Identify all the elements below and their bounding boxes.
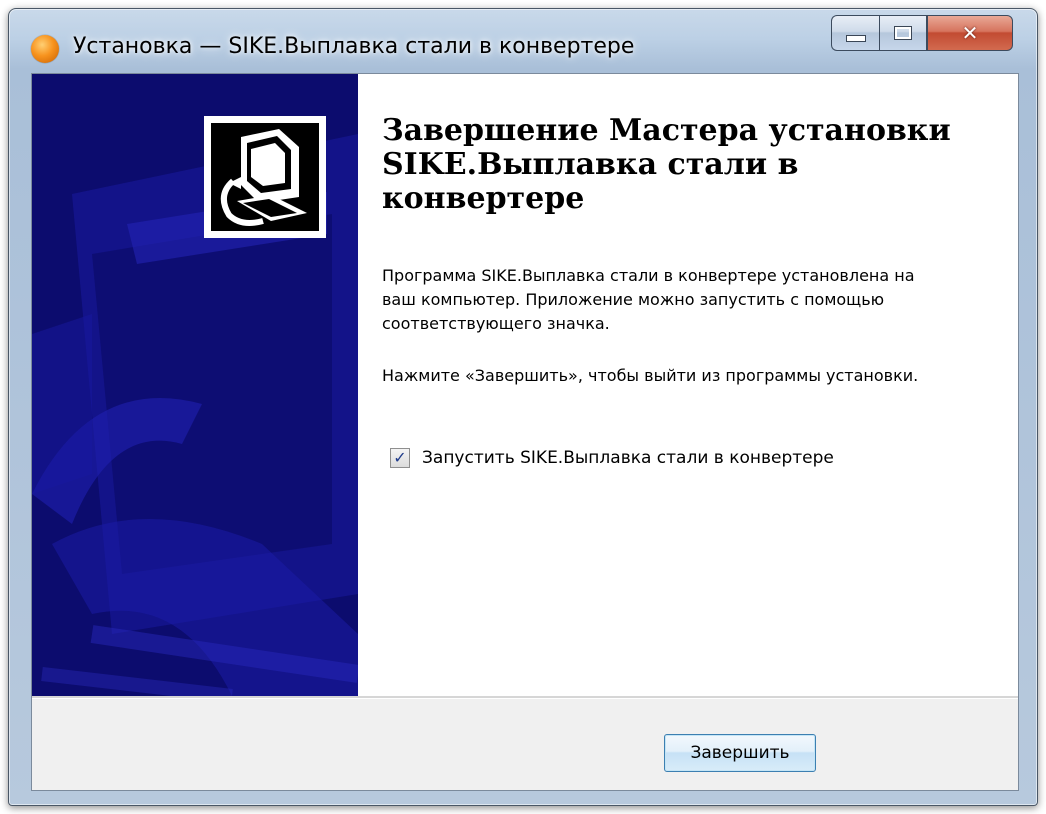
app-icon [31,35,59,63]
launch-option[interactable]: ✓ Запустить SIKE.Выплавка стали в конвер… [390,448,834,468]
footer-divider [32,696,1018,699]
minimize-button[interactable] [831,15,879,51]
checkmark-icon: ✓ [393,448,407,467]
window-title: Установка — SIKE.Выплавка стали в конвер… [73,34,635,59]
page-title: Завершение Мастера установки SIKE.Выплав… [382,113,951,216]
maximize-icon [894,26,912,40]
close-icon: ✕ [961,21,979,45]
maximize-button[interactable] [879,15,927,51]
minimize-icon [845,34,866,42]
installer-logo [204,116,326,238]
completion-message: Программа SIKE.Выплавка стали в конверте… [382,266,915,333]
finish-button[interactable]: Завершить [664,734,816,772]
wizard-sidebar-image [32,74,358,696]
installer-window: Установка — SIKE.Выплавка стали в конвер… [8,8,1038,806]
dialog-client-area: Завершение Мастера установки SIKE.Выплав… [31,73,1019,791]
close-button[interactable]: ✕ [927,15,1013,51]
wizard-content: Завершение Мастера установки SIKE.Выплав… [358,74,1018,696]
computer-install-icon [211,123,319,231]
launch-checkbox[interactable]: ✓ [390,448,410,468]
launch-checkbox-label[interactable]: Запустить SIKE.Выплавка стали в конверте… [422,448,834,468]
finish-instruction: Нажмите «Завершить», чтобы выйти из прог… [382,366,919,385]
title-bar[interactable]: Установка — SIKE.Выплавка стали в конвер… [9,9,1037,73]
caption-buttons: ✕ [831,15,1013,53]
